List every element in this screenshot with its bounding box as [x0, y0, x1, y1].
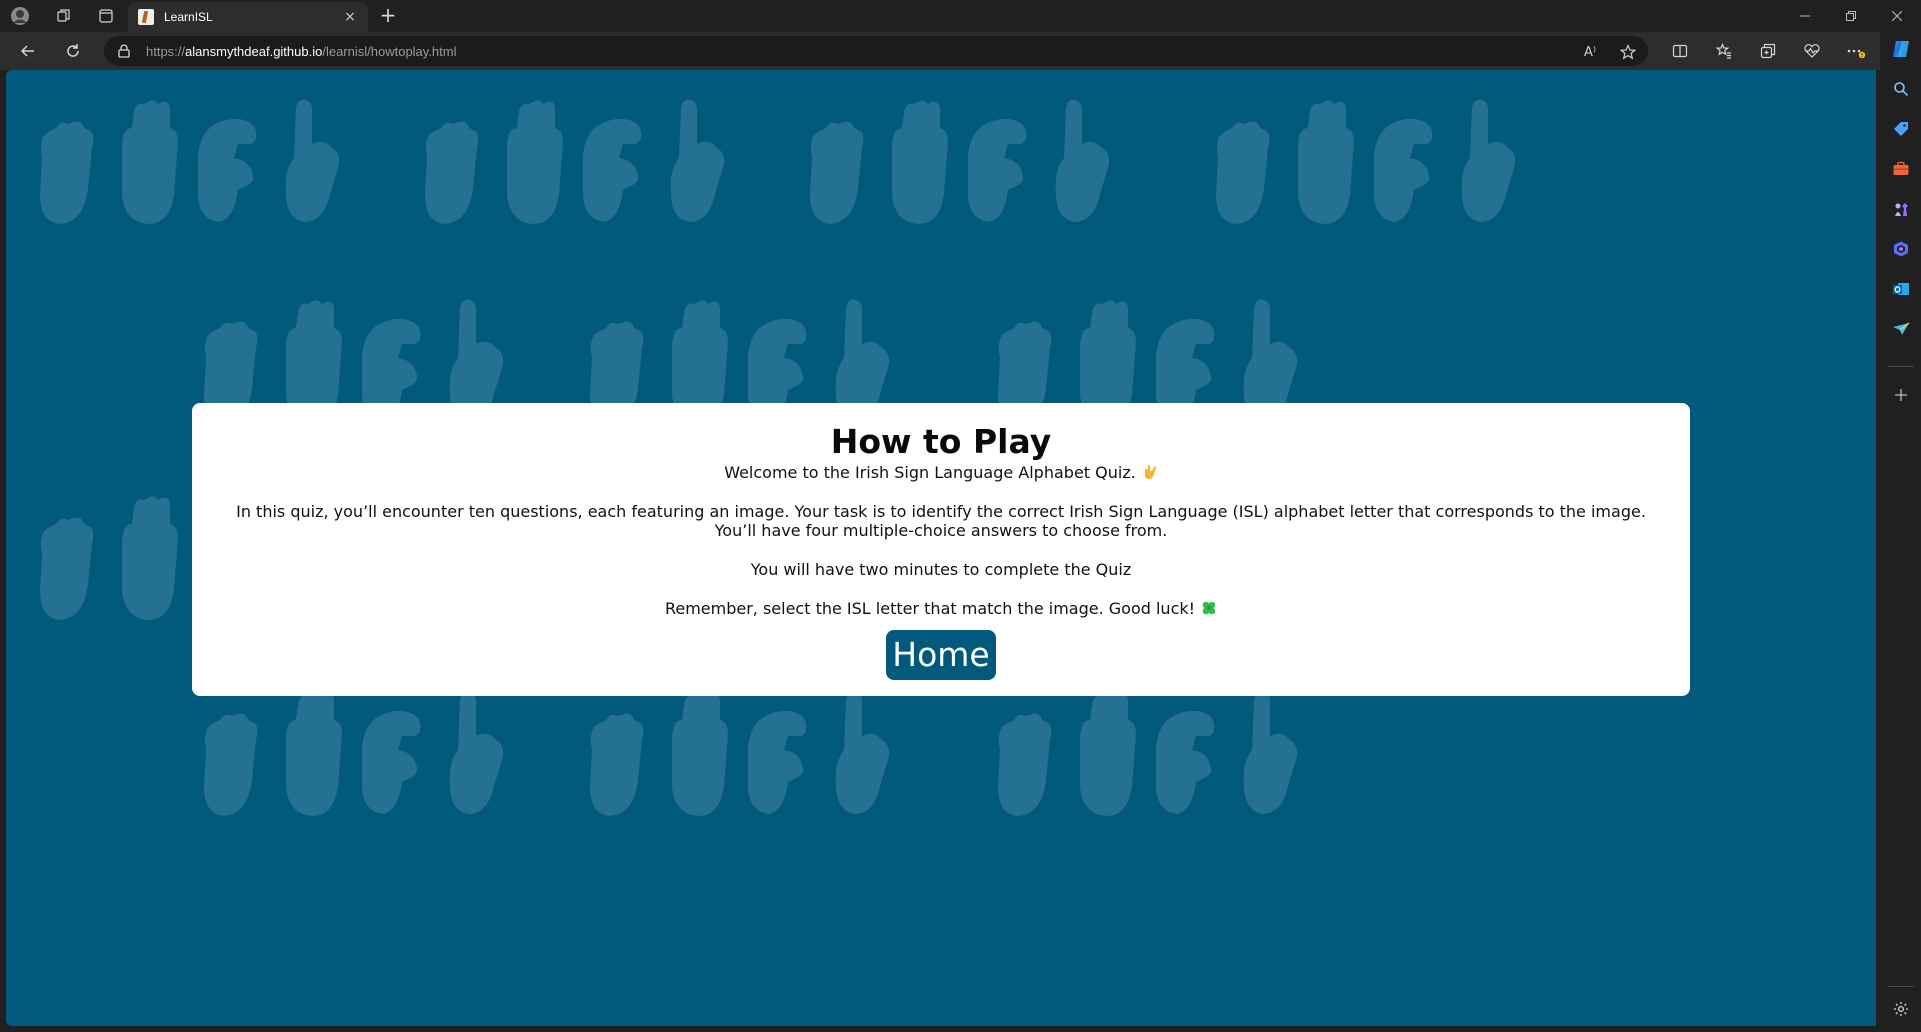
url-text[interactable]: https://alansmythdeaf.github.io/learnisl…	[146, 44, 457, 59]
hand-sign-a-icon	[1202, 98, 1280, 230]
hand-sign-b-icon	[878, 98, 956, 230]
hand-sign-b-icon	[108, 98, 186, 230]
favorites-icon[interactable]	[1713, 40, 1735, 62]
edge-sidebar	[1880, 32, 1921, 1032]
hand-sign-b-icon	[493, 98, 571, 230]
telegram-drop-icon[interactable]	[1890, 318, 1912, 340]
hand-sign-a-icon	[26, 494, 104, 626]
address-bar[interactable]: https://alansmythdeaf.github.io/learnisl…	[104, 36, 1648, 66]
hand-sign-c-icon	[573, 98, 651, 230]
restore-icon[interactable]	[1828, 0, 1874, 32]
welcome-text: Welcome to the Irish Sign Language Alpha…	[192, 463, 1690, 482]
collections-icon[interactable]	[1757, 40, 1779, 62]
back-icon[interactable]	[16, 39, 40, 63]
hand-sign-d-icon	[1448, 98, 1526, 230]
sidebar-divider-bottom	[1888, 986, 1914, 987]
minimize-icon[interactable]	[1782, 0, 1828, 32]
hand-sign-b-icon	[1066, 690, 1144, 822]
url-prefix: https://	[146, 43, 186, 59]
hand-sign-a-icon	[190, 690, 268, 822]
welcome-sentence: Welcome to the Irish Sign Language Alpha…	[724, 463, 1136, 482]
hand-sign-d-icon	[822, 690, 900, 822]
hand-sign-c-icon	[738, 690, 816, 822]
games-chess-icon[interactable]	[1890, 198, 1912, 220]
url-host: alansmythdeaf.github.io	[185, 43, 323, 59]
hand-sign-d-icon	[657, 98, 735, 230]
hand-sign-b-icon	[658, 690, 736, 822]
sidebar-divider	[1888, 366, 1914, 367]
page-viewport: How to Play Welcome to the Irish Sign La…	[6, 70, 1876, 1026]
hand-sign-a-icon	[26, 98, 104, 230]
hand-sign-b-icon	[1284, 98, 1362, 230]
intro-text: In this quiz, you’ll encounter ten quest…	[236, 502, 1646, 540]
learnisl-favicon-icon	[138, 9, 154, 25]
close-window-icon[interactable]	[1874, 0, 1920, 32]
love-you-gesture-emoji-icon	[1142, 464, 1158, 480]
browser-titlebar: LearnISL × +	[0, 0, 1921, 32]
favorite-star-icon[interactable]	[1618, 42, 1638, 62]
url-path: /learnisl/howtoplay.html	[322, 43, 457, 59]
profile-avatar-icon[interactable]	[10, 6, 30, 26]
hand-sign-d-icon	[272, 98, 350, 230]
sidebar-settings-gear-icon[interactable]	[1890, 998, 1912, 1020]
browser-toolbar: https://alansmythdeaf.github.io/learnisl…	[0, 32, 1921, 70]
hand-sign-c-icon	[352, 690, 430, 822]
read-aloud-icon[interactable]: A⁾	[1580, 42, 1600, 62]
page-title: How to Play	[830, 422, 1052, 461]
how-to-play-card: How to Play Welcome to the Irish Sign La…	[192, 403, 1690, 696]
home-button[interactable]: Home	[886, 630, 996, 680]
hand-sign-a-icon	[984, 690, 1062, 822]
search-icon[interactable]	[1890, 78, 1912, 100]
hand-sign-d-icon	[436, 690, 514, 822]
refresh-icon[interactable]	[61, 39, 85, 63]
hand-sign-d-icon	[1042, 98, 1120, 230]
tab-learnisl[interactable]: LearnISL ×	[128, 2, 368, 32]
hand-sign-a-icon	[796, 98, 874, 230]
hand-sign-c-icon	[1146, 690, 1224, 822]
settings-and-more-icon[interactable]	[1845, 40, 1867, 62]
browser-essentials-icon[interactable]	[1801, 40, 1823, 62]
tab-title: LearnISL	[164, 10, 213, 24]
time-limit-text: You will have two minutes to complete th…	[750, 560, 1132, 579]
hand-sign-b-icon	[272, 690, 350, 822]
tab-actions-icon[interactable]	[96, 6, 116, 26]
new-tab-button[interactable]: +	[376, 4, 400, 28]
hand-sign-c-icon	[958, 98, 1036, 230]
hand-sign-d-icon	[1230, 690, 1308, 822]
hand-sign-c-icon	[1364, 98, 1442, 230]
lock-icon[interactable]	[118, 44, 132, 58]
outlook-icon[interactable]	[1890, 278, 1912, 300]
workspaces-icon[interactable]	[54, 6, 74, 26]
four-leaf-clover-emoji-icon	[1201, 600, 1217, 616]
tools-briefcase-icon[interactable]	[1890, 158, 1912, 180]
hand-sign-b-icon	[108, 494, 186, 626]
hand-sign-c-icon	[188, 98, 266, 230]
tab-close-icon[interactable]: ×	[342, 9, 358, 25]
remember-sentence: Remember, select the ISL letter that mat…	[664, 599, 1196, 618]
hand-sign-a-icon	[576, 690, 654, 822]
shopping-tag-icon[interactable]	[1890, 118, 1912, 140]
microsoft-365-icon[interactable]	[1890, 238, 1912, 260]
split-screen-icon[interactable]	[1669, 40, 1691, 62]
remember-text: Remember, select the ISL letter that mat…	[192, 599, 1690, 618]
add-sidebar-app-icon[interactable]	[1890, 384, 1912, 406]
copilot-icon[interactable]	[1890, 38, 1912, 60]
hand-sign-a-icon	[411, 98, 489, 230]
